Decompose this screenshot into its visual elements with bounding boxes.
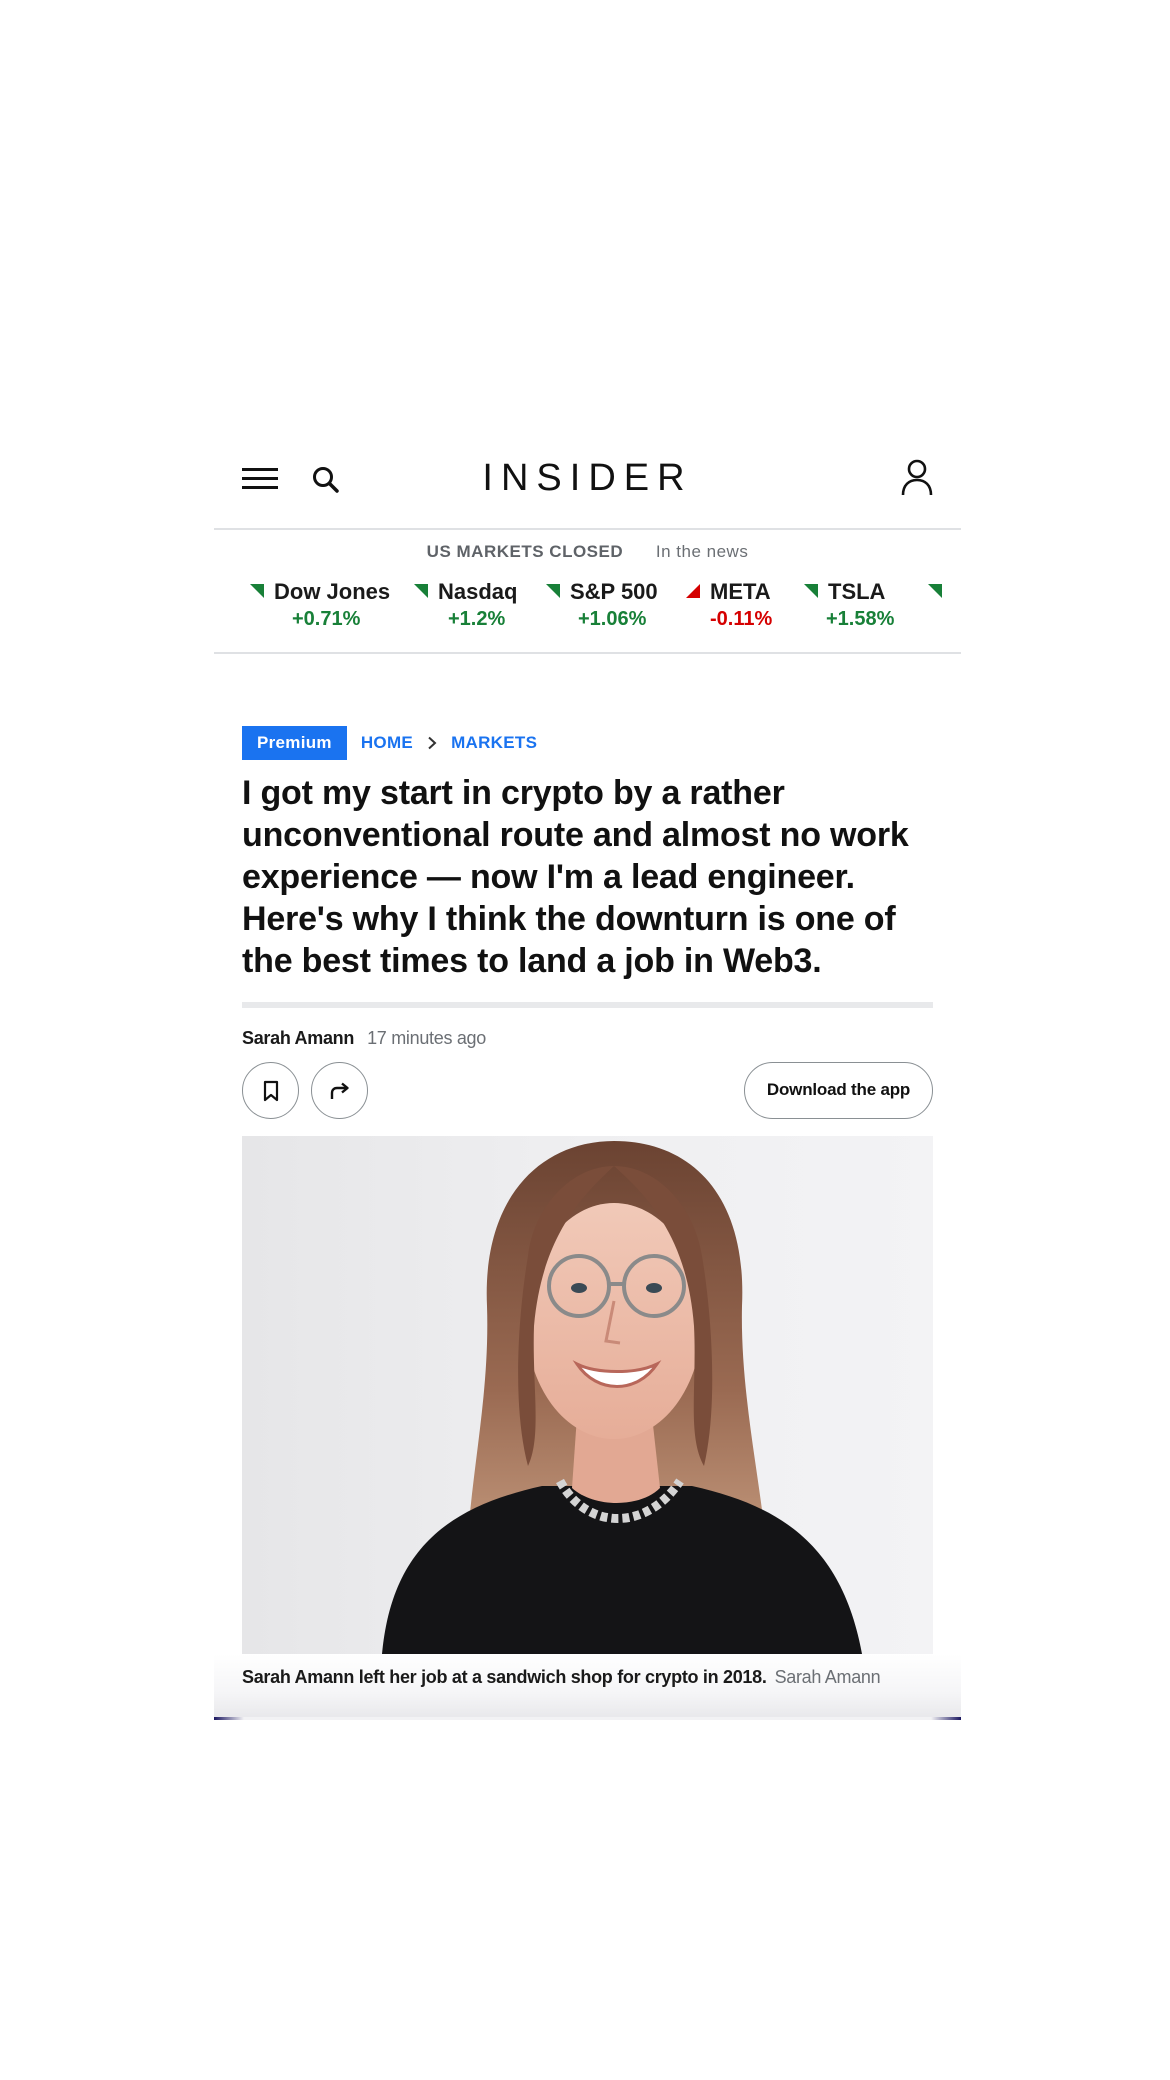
ticker-name: Nasdaq <box>438 579 518 604</box>
article-frame: INSIDER US MARKETS CLOSED In the news Do… <box>214 430 961 1720</box>
share-button[interactable] <box>311 1062 368 1119</box>
article-headline: I got my start in crypto by a rather unc… <box>242 774 909 980</box>
ticker-name: META <box>710 579 771 604</box>
ticker-next-partial[interactable] <box>928 578 948 638</box>
markets-ticker: US MARKETS CLOSED In the news Dow Jones … <box>214 530 961 654</box>
in-the-news-link[interactable]: In the news <box>656 542 748 561</box>
ticker-name: S&P 500 <box>570 579 658 604</box>
up-arrow-icon <box>250 584 264 598</box>
bottom-edge <box>214 1717 961 1720</box>
site-header: INSIDER <box>214 430 961 530</box>
ticker-change: +1.58% <box>826 608 895 630</box>
caption-credit: Sarah Amann <box>774 1667 881 1687</box>
ticker-nasdaq[interactable]: Nasdaq +1.2% <box>414 578 534 638</box>
page: INSIDER US MARKETS CLOSED In the news Do… <box>0 0 1170 2080</box>
breadcrumb-home-link[interactable]: HOME <box>361 733 413 753</box>
chevron-right-icon <box>425 736 439 750</box>
ticker-change: +0.71% <box>292 608 361 630</box>
image-caption: Sarah Amann left her job at a sandwich s… <box>242 1664 932 1690</box>
ticker-change: +1.06% <box>578 608 647 630</box>
ticker-name: Dow Jones <box>274 579 391 604</box>
download-app-button[interactable]: Download the app <box>744 1062 933 1119</box>
markets-status: US MARKETS CLOSED <box>426 542 624 561</box>
publish-time: 17 minutes ago <box>367 1028 486 1048</box>
up-arrow-icon <box>928 584 942 598</box>
headline-divider <box>242 1002 933 1008</box>
byline: Sarah Amann 17 minutes ago <box>242 1026 486 1050</box>
author-name[interactable]: Sarah Amann <box>242 1028 354 1048</box>
breadcrumb: Premium HOME MARKETS <box>242 726 537 760</box>
ticker-sp500[interactable]: S&P 500 +1.06% <box>546 578 676 638</box>
ticker-change: +1.2% <box>448 608 506 630</box>
share-arrow-icon <box>330 1082 349 1099</box>
user-account-icon[interactable] <box>900 458 934 498</box>
site-logo[interactable]: INSIDER <box>444 456 731 500</box>
up-arrow-icon <box>546 584 560 598</box>
ticker-tsla[interactable]: TSLA +1.58% <box>804 578 904 638</box>
up-arrow-icon <box>804 584 818 598</box>
breadcrumb-markets-link[interactable]: MARKETS <box>451 733 537 753</box>
down-arrow-icon <box>686 584 700 598</box>
ticker-dow-jones[interactable]: Dow Jones +0.71% <box>250 578 400 638</box>
up-arrow-icon <box>414 584 428 598</box>
bookmark-icon <box>263 1080 278 1101</box>
ticker-name: TSLA <box>828 579 886 604</box>
portrait-illustration <box>382 1141 862 1654</box>
hamburger-menu-icon[interactable] <box>242 464 278 494</box>
ticker-meta[interactable]: META -0.11% <box>686 578 786 638</box>
premium-badge: Premium <box>242 726 347 760</box>
ticker-change: -0.11% <box>710 608 773 630</box>
search-icon[interactable] <box>310 464 342 496</box>
caption-text: Sarah Amann left her job at a sandwich s… <box>242 1667 767 1687</box>
bookmark-button[interactable] <box>242 1062 299 1119</box>
image-caption-bar: Sarah Amann left her job at a sandwich s… <box>214 1654 961 1720</box>
markets-status-row: US MARKETS CLOSED In the news <box>214 540 961 564</box>
article-hero-image[interactable] <box>242 1136 933 1654</box>
